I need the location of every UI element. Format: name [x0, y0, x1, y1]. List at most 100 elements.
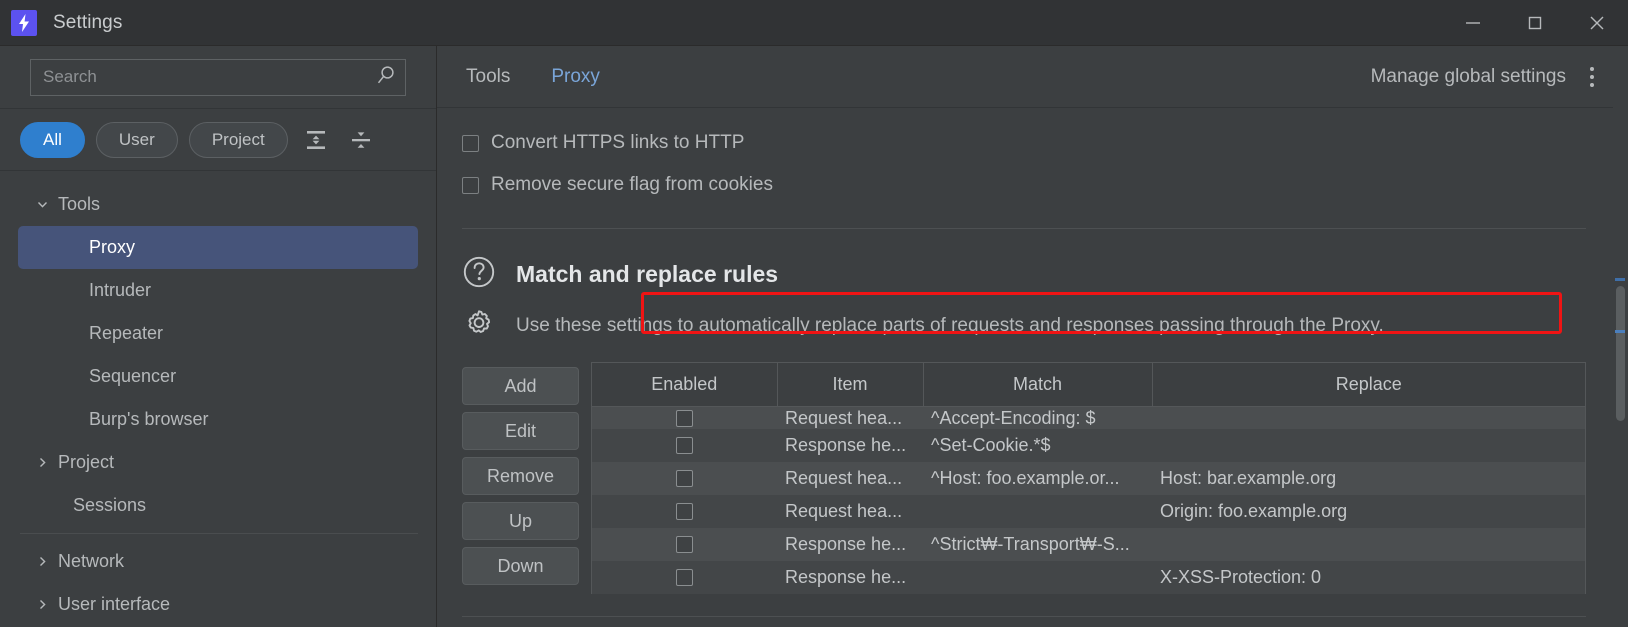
row-enabled-cell[interactable]: [592, 406, 777, 429]
table-header-row: Enabled Item Match Replace: [592, 363, 1585, 407]
row-enabled-cell[interactable]: [592, 461, 777, 495]
tree-item-label: Proxy: [89, 237, 136, 257]
checkbox[interactable]: [676, 503, 693, 521]
row-replace-cell: X-XSS-Protection: 0: [1152, 560, 1585, 594]
tree-item-tools[interactable]: Tools: [18, 183, 418, 226]
add-button[interactable]: Add: [462, 367, 579, 405]
checkbox[interactable]: [676, 410, 693, 428]
rules-table-wrapper: Enabled Item Match Replace Request hea..…: [591, 362, 1586, 594]
up-button[interactable]: Up: [462, 502, 579, 540]
row-enabled-cell[interactable]: [592, 560, 777, 594]
row-item-cell: Response he...: [777, 428, 923, 462]
expand-all-icon[interactable]: [299, 123, 333, 157]
row-match-cell: ^Host: foo.example.or...: [923, 461, 1152, 495]
settings-sidebar: All User Project: [0, 46, 437, 627]
column-header-enabled[interactable]: Enabled: [592, 363, 778, 407]
section-divider: [462, 228, 1586, 229]
settings-content: Convert HTTPS links to HTTP Remove secur…: [437, 108, 1628, 617]
tree-item-intruder[interactable]: Intruder: [18, 269, 418, 312]
breadcrumb-item-proxy[interactable]: Proxy: [551, 66, 600, 88]
search-input[interactable]: [43, 67, 369, 87]
checkbox[interactable]: [676, 437, 693, 455]
search-area: [0, 46, 436, 108]
settings-window: Settings Search All User Project Tools P…: [0, 0, 1628, 627]
table-row[interactable]: Request hea... ^Host: foo.example.or... …: [592, 461, 1585, 495]
row-replace-cell: [1152, 527, 1585, 561]
row-match-cell: [923, 560, 1152, 594]
manage-global-settings-link[interactable]: Manage global settings: [1371, 66, 1566, 88]
section-description: Use these settings to automatically repl…: [516, 314, 1384, 336]
row-item-cell: Response he...: [777, 527, 923, 561]
chevron-right-icon[interactable]: [36, 456, 58, 469]
main-scrollbar[interactable]: [1613, 46, 1628, 627]
tree-item-network[interactable]: Network: [18, 540, 418, 583]
rules-table-area: Add Edit Remove Up Down Enabled Item Mat…: [462, 362, 1586, 594]
scrollbar-thumb[interactable]: [1616, 286, 1625, 421]
more-options-icon[interactable]: [1582, 64, 1602, 90]
minimize-button[interactable]: [1442, 0, 1504, 46]
filter-pill-user[interactable]: User: [95, 121, 178, 158]
row-match-cell: ^Set-Cookie.*$: [923, 428, 1152, 462]
tree-item-project[interactable]: Project: [18, 441, 418, 484]
breadcrumb-item-tools[interactable]: Tools: [466, 66, 510, 88]
chevron-down-icon[interactable]: [36, 198, 58, 211]
tree-item-label: Repeater: [89, 323, 164, 343]
question-mark-circle-icon[interactable]: [462, 255, 496, 294]
gear-icon[interactable]: [462, 306, 496, 345]
tree-item-label: Burp's browser: [89, 409, 209, 429]
checkbox[interactable]: [676, 569, 693, 587]
checkbox[interactable]: [676, 470, 693, 488]
tree-item-proxy[interactable]: Proxy: [18, 226, 418, 269]
filter-pill-all[interactable]: All: [20, 121, 85, 158]
tree-item-burps-browser[interactable]: Burp's browser: [18, 398, 418, 441]
section-header: Match and replace rules: [462, 255, 1586, 294]
tree-item-label: User interface: [58, 594, 171, 614]
row-replace-cell: Origin: foo.example.org: [1152, 494, 1585, 528]
table-row[interactable]: Response he... X-XSS-Protection: 0: [592, 560, 1585, 594]
row-enabled-cell[interactable]: [592, 428, 777, 462]
checkbox[interactable]: [462, 134, 479, 152]
checkbox[interactable]: [462, 176, 479, 194]
table-row[interactable]: Request hea... Origin: foo.example.org: [592, 494, 1585, 528]
remove-button[interactable]: Remove: [462, 457, 579, 495]
tree-item-label: Intruder: [89, 280, 152, 300]
option-label: Remove secure flag from cookies: [491, 174, 773, 195]
table-row[interactable]: Request hea... ^Accept-Encoding: $: [592, 406, 1585, 429]
chevron-right-icon[interactable]: [36, 555, 58, 568]
column-header-item[interactable]: Item: [777, 363, 924, 407]
row-match-cell: [923, 494, 1152, 528]
tree-item-user-interface[interactable]: User interface: [18, 583, 418, 626]
edit-button[interactable]: Edit: [462, 412, 579, 450]
title-bar: Settings: [0, 0, 1628, 46]
tree-item-sequencer[interactable]: Sequencer: [18, 355, 418, 398]
option-remove-secure-flag[interactable]: Remove secure flag from cookies: [462, 164, 1586, 206]
search-icon[interactable]: [375, 64, 397, 91]
maximize-button[interactable]: [1504, 0, 1566, 46]
option-convert-https-links[interactable]: Convert HTTPS links to HTTP: [462, 122, 1586, 164]
down-button[interactable]: Down: [462, 547, 579, 585]
tree-item-sessions[interactable]: Sessions: [18, 484, 418, 527]
column-header-replace[interactable]: Replace: [1152, 363, 1585, 407]
tree-divider: [20, 533, 418, 534]
search-box[interactable]: [30, 58, 406, 96]
row-match-cell: ^Accept-Encoding: $: [923, 406, 1152, 429]
checkbox[interactable]: [676, 536, 693, 554]
lightning-bolt-icon: [11, 9, 37, 36]
tree-item-label: Project: [58, 452, 115, 472]
row-item-cell: Response he...: [777, 560, 923, 594]
tree-item-repeater[interactable]: Repeater: [18, 312, 418, 355]
scrollbar-marker: [1615, 278, 1625, 281]
row-enabled-cell[interactable]: [592, 494, 777, 528]
breadcrumb: Tools Proxy Manage global settings: [437, 46, 1628, 108]
table-row[interactable]: Response he... ^Strict₩-Transport₩-S...: [592, 527, 1585, 561]
column-header-match[interactable]: Match: [923, 363, 1153, 407]
filter-pill-project[interactable]: Project: [188, 121, 288, 158]
row-replace-cell: [1152, 428, 1585, 462]
close-button[interactable]: [1566, 0, 1628, 46]
chevron-right-icon[interactable]: [36, 598, 58, 611]
table-row[interactable]: Response he... ^Set-Cookie.*$: [592, 428, 1585, 462]
row-match-cell: ^Strict₩-Transport₩-S...: [923, 527, 1152, 561]
tree-item-label: Sessions: [73, 495, 147, 515]
row-enabled-cell[interactable]: [592, 527, 777, 561]
collapse-all-icon[interactable]: [344, 123, 378, 157]
